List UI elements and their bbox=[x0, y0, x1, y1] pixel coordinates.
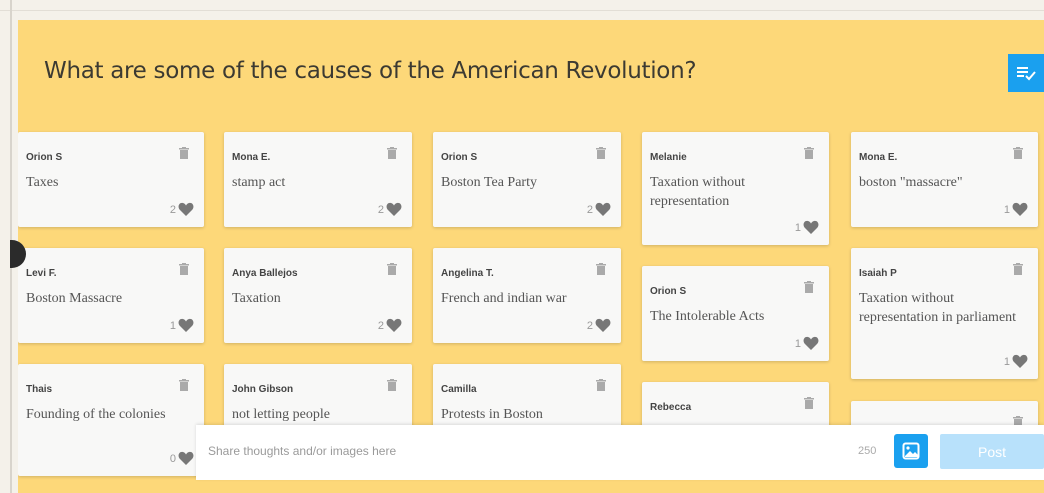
like-count: 1 bbox=[794, 221, 801, 234]
char-count: 250 bbox=[858, 445, 877, 457]
image-icon bbox=[902, 442, 920, 460]
like-control[interactable]: 1 bbox=[1004, 354, 1028, 369]
like-count: 2 bbox=[586, 203, 593, 216]
board-canvas: What are some of the causes of the Ameri… bbox=[18, 20, 1044, 493]
like-count: 2 bbox=[586, 319, 593, 332]
heart-icon bbox=[178, 318, 194, 332]
post-author: Mona E. bbox=[859, 152, 898, 163]
post-author: Orion S bbox=[26, 152, 63, 163]
like-count: 0 bbox=[169, 452, 176, 465]
heart-icon bbox=[803, 336, 819, 350]
post-text: Taxation without representation in parli… bbox=[859, 291, 1017, 325]
post-author: Rebecca bbox=[650, 402, 692, 413]
trash-icon[interactable] bbox=[596, 379, 606, 391]
like-control[interactable]: 2 bbox=[587, 202, 611, 217]
post-card[interactable]: Angelina T. French and indian war 2 bbox=[433, 248, 621, 343]
like-control[interactable]: 2 bbox=[587, 318, 611, 333]
heart-icon bbox=[595, 202, 611, 216]
post-text: Taxation without representation bbox=[650, 175, 746, 209]
post-author: Isaiah P bbox=[859, 268, 897, 279]
heart-icon bbox=[1012, 202, 1028, 216]
like-count: 1 bbox=[1003, 203, 1010, 216]
heart-icon bbox=[1012, 354, 1028, 368]
like-count: 1 bbox=[794, 337, 801, 350]
like-count: 1 bbox=[1003, 355, 1010, 368]
post-card[interactable]: Melanie Taxation without representation … bbox=[642, 132, 829, 245]
post-text: The Intolerable Acts bbox=[650, 309, 765, 324]
heart-icon bbox=[386, 202, 402, 216]
frame-border-top bbox=[0, 10, 1044, 11]
heart-icon bbox=[803, 220, 819, 234]
like-control[interactable]: 1 bbox=[170, 318, 194, 333]
post-text: Taxes bbox=[26, 175, 59, 190]
post-author: Anya Ballejos bbox=[232, 268, 298, 279]
heart-icon bbox=[386, 318, 402, 332]
like-count: 2 bbox=[169, 203, 176, 216]
post-text: French and indian war bbox=[441, 291, 567, 306]
like-count: 2 bbox=[377, 203, 384, 216]
composer-input[interactable]: Share thoughts and/or images here bbox=[208, 444, 396, 458]
like-control[interactable]: 2 bbox=[170, 202, 194, 217]
trash-icon[interactable] bbox=[1013, 147, 1023, 159]
post-author: Camilla bbox=[441, 384, 477, 395]
post-card[interactable]: Mona E. boston "massacre" 1 bbox=[851, 132, 1038, 227]
post-text: boston "massacre" bbox=[859, 175, 963, 190]
post-card[interactable]: Thais Founding of the colonies 0 bbox=[18, 364, 204, 476]
trash-icon[interactable] bbox=[804, 397, 814, 409]
post-author: Melanie bbox=[650, 152, 687, 163]
like-control[interactable]: 1 bbox=[1004, 202, 1028, 217]
post-card[interactable]: Orion S Boston Tea Party 2 bbox=[433, 132, 621, 227]
trash-icon[interactable] bbox=[387, 147, 397, 159]
question-title: What are some of the causes of the Ameri… bbox=[44, 58, 697, 84]
post-card[interactable]: Anya Ballejos Taxation 2 bbox=[224, 248, 412, 343]
trash-icon[interactable] bbox=[804, 281, 814, 293]
add-image-button[interactable] bbox=[894, 434, 928, 468]
trash-icon[interactable] bbox=[179, 263, 189, 275]
post-text: stamp act bbox=[232, 175, 286, 190]
trash-icon[interactable] bbox=[1013, 263, 1023, 275]
trash-icon[interactable] bbox=[596, 263, 606, 275]
post-author: John Gibson bbox=[232, 384, 294, 395]
heart-icon bbox=[595, 318, 611, 332]
post-author: Mona E. bbox=[232, 152, 271, 163]
trash-icon[interactable] bbox=[179, 147, 189, 159]
sort-button[interactable] bbox=[1008, 54, 1044, 92]
sort-check-icon bbox=[1017, 67, 1036, 81]
like-control[interactable]: 2 bbox=[378, 202, 402, 217]
heart-icon bbox=[178, 451, 194, 465]
post-text: Taxation bbox=[232, 291, 281, 306]
post-author: Orion S bbox=[441, 152, 478, 163]
like-count: 1 bbox=[169, 319, 176, 332]
post-card[interactable]: Orion S The Intolerable Acts 1 bbox=[642, 266, 829, 361]
post-card[interactable]: Orion S Taxes 2 bbox=[18, 132, 204, 227]
trash-icon[interactable] bbox=[387, 379, 397, 391]
post-composer: Share thoughts and/or images here 250 Po… bbox=[196, 425, 1044, 480]
post-card[interactable]: Levi F. Boston Massacre 1 bbox=[18, 248, 204, 343]
post-card[interactable]: Mona E. stamp act 2 bbox=[224, 132, 412, 227]
post-author: Levi F. bbox=[26, 268, 57, 279]
post-author: Orion S bbox=[650, 286, 687, 297]
post-button[interactable]: Post bbox=[940, 434, 1044, 469]
post-text: not letting people bbox=[232, 407, 330, 422]
post-text: Boston Massacre bbox=[26, 291, 123, 306]
post-author: Angelina T. bbox=[441, 268, 494, 279]
trash-icon[interactable] bbox=[387, 263, 397, 275]
trash-icon[interactable] bbox=[804, 147, 814, 159]
post-text: Boston Tea Party bbox=[441, 175, 537, 190]
post-author: Thais bbox=[26, 384, 53, 395]
like-control[interactable]: 1 bbox=[795, 220, 819, 235]
like-count: 2 bbox=[377, 319, 384, 332]
trash-icon[interactable] bbox=[179, 379, 189, 391]
post-text: Founding of the colonies bbox=[26, 407, 166, 422]
heart-icon bbox=[178, 202, 194, 216]
post-text: Protests in Boston bbox=[441, 407, 543, 422]
post-card[interactable]: Isaiah P Taxation without representation… bbox=[851, 248, 1038, 379]
like-control[interactable]: 1 bbox=[795, 336, 819, 351]
trash-icon[interactable] bbox=[596, 147, 606, 159]
like-control[interactable]: 2 bbox=[378, 318, 402, 333]
like-control[interactable]: 0 bbox=[170, 451, 194, 466]
